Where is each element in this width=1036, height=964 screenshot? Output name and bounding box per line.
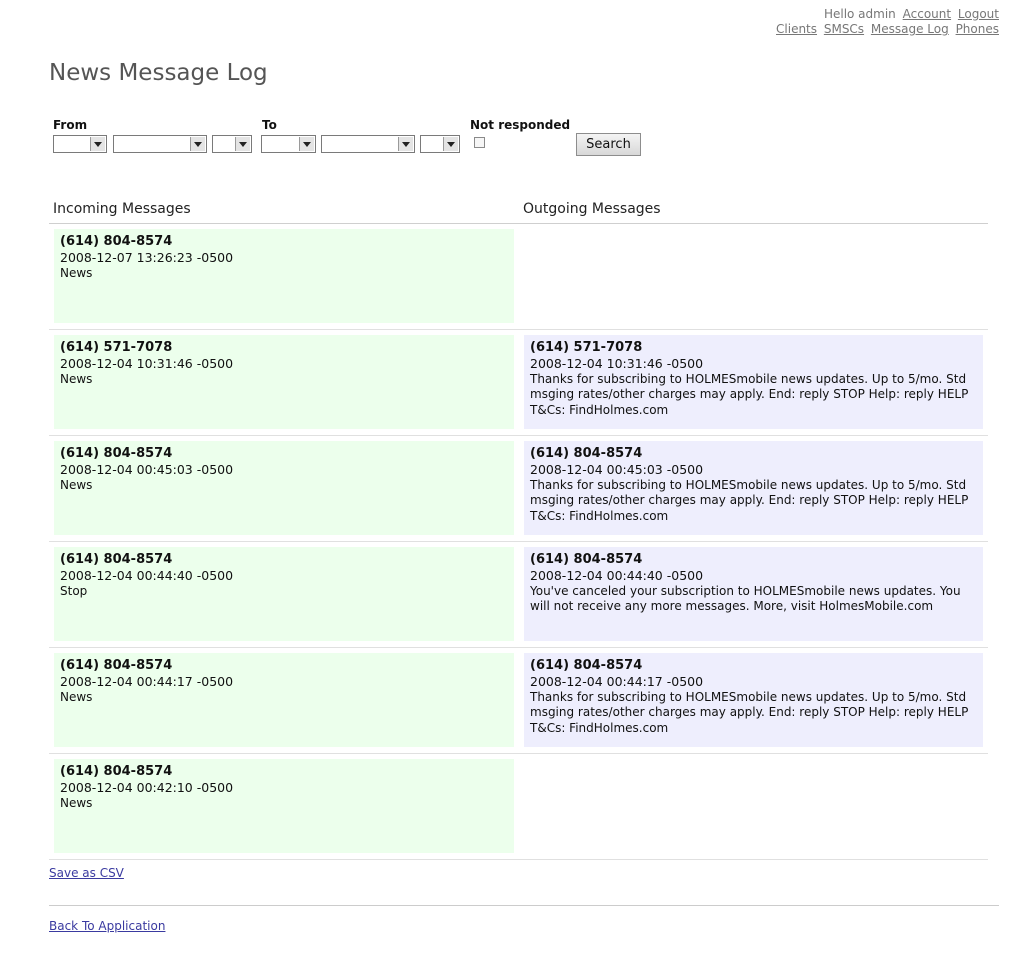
outgoing-message-cell: (614) 804-8574 2008-12-04 00:45:03 -0500 T… <box>524 441 983 535</box>
incoming-message-text: News <box>60 689 93 704</box>
message-log-link[interactable]: Message Log <box>871 22 949 36</box>
phones-link[interactable]: Phones <box>956 22 999 36</box>
to-label: To <box>262 118 277 132</box>
account-link[interactable]: Account <box>903 7 951 21</box>
search-button[interactable]: Search <box>576 133 641 156</box>
back-to-application-link[interactable]: Back To Application <box>49 919 165 933</box>
not-responded-checkbox[interactable] <box>474 137 485 148</box>
outgoing-message-text: Thanks for subscribing to HOLMESmobile n… <box>530 371 969 417</box>
incoming-message-phone: (614) 804-8574 <box>60 552 173 567</box>
chevron-down-icon <box>398 137 413 151</box>
outgoing-message-phone: (614) 571-7078 <box>530 340 643 355</box>
chevron-down-icon <box>90 137 105 151</box>
incoming-message-phone: (614) 804-8574 <box>60 764 173 779</box>
incoming-message-cell: (614) 804-8574 2008-12-04 00:44:40 -0500 S… <box>54 547 514 641</box>
message-table-header: Incoming Messages Outgoing Messages <box>49 200 988 224</box>
top-navigation: Hello admin Account Logout Clients SMSCs… <box>773 7 999 37</box>
incoming-message-text: News <box>60 371 93 386</box>
incoming-message-time: 2008-12-07 13:26:23 -0500 <box>60 250 234 265</box>
from-month-select[interactable] <box>53 135 107 153</box>
message-row: (614) 804-8574 2008-12-07 13:26:23 -0500 N… <box>49 224 988 330</box>
outgoing-message-phone: (614) 804-8574 <box>530 446 643 461</box>
incoming-message-time: 2008-12-04 00:44:40 -0500 <box>60 568 234 583</box>
from-year-select[interactable] <box>212 135 252 153</box>
from-label: From <box>53 118 88 132</box>
incoming-message-time: 2008-12-04 00:42:10 -0500 <box>60 780 234 795</box>
chevron-down-icon <box>190 137 205 151</box>
incoming-message-time: 2008-12-04 10:31:46 -0500 <box>60 356 234 371</box>
incoming-message-phone: (614) 571-7078 <box>60 340 173 355</box>
outgoing-message-cell <box>524 759 983 853</box>
outgoing-message-text: Thanks for subscribing to HOLMESmobile n… <box>530 689 969 735</box>
incoming-message-text: News <box>60 265 93 280</box>
main-menu: Clients SMSCs Message Log Phones <box>773 22 999 37</box>
incoming-message-text: Stop <box>60 583 88 598</box>
outgoing-header: Outgoing Messages <box>523 201 661 217</box>
from-day-select[interactable] <box>113 135 207 153</box>
page-title: News Message Log <box>49 60 268 86</box>
greeting-text: Hello admin <box>823 7 896 21</box>
incoming-message-text: News <box>60 477 93 492</box>
user-bar: Hello admin Account Logout <box>773 7 999 22</box>
save-as-csv-link[interactable]: Save as CSV <box>49 866 124 880</box>
outgoing-message-time: 2008-12-04 00:44:40 -0500 <box>530 568 704 583</box>
message-row: (614) 571-7078 2008-12-04 10:31:46 -0500 N… <box>49 330 988 436</box>
message-table-body: (614) 804-8574 2008-12-07 13:26:23 -0500 N… <box>49 224 988 860</box>
incoming-message-phone: (614) 804-8574 <box>60 658 173 673</box>
incoming-message-cell: (614) 804-8574 2008-12-04 00:42:10 -0500 N… <box>54 759 514 853</box>
chevron-down-icon <box>443 137 458 151</box>
to-year-select[interactable] <box>420 135 460 153</box>
outgoing-message-time: 2008-12-04 00:44:17 -0500 <box>530 674 704 689</box>
footer-divider <box>49 905 999 906</box>
chevron-down-icon <box>299 137 314 151</box>
outgoing-message-text: Thanks for subscribing to HOLMESmobile n… <box>530 477 969 523</box>
incoming-message-cell: (614) 804-8574 2008-12-07 13:26:23 -0500 N… <box>54 229 514 323</box>
outgoing-message-time: 2008-12-04 00:45:03 -0500 <box>530 462 704 477</box>
smscs-link[interactable]: SMSCs <box>824 22 864 36</box>
outgoing-message-time: 2008-12-04 10:31:46 -0500 <box>530 356 704 371</box>
message-row: (614) 804-8574 2008-12-04 00:45:03 -0500 N… <box>49 436 988 542</box>
not-responded-label: Not responded <box>470 118 571 132</box>
outgoing-message-phone: (614) 804-8574 <box>530 552 643 567</box>
outgoing-message-cell: (614) 804-8574 2008-12-04 00:44:40 -0500 Y… <box>524 547 983 641</box>
outgoing-message-cell <box>524 229 983 323</box>
incoming-message-cell: (614) 804-8574 2008-12-04 00:44:17 -0500 N… <box>54 653 514 747</box>
to-month-select[interactable] <box>261 135 316 153</box>
logout-link[interactable]: Logout <box>958 7 999 21</box>
chevron-down-icon <box>235 137 250 151</box>
incoming-message-time: 2008-12-04 00:45:03 -0500 <box>60 462 234 477</box>
message-row: (614) 804-8574 2008-12-04 00:44:40 -0500 S… <box>49 542 988 648</box>
outgoing-message-cell: (614) 571-7078 2008-12-04 10:31:46 -0500 T… <box>524 335 983 429</box>
incoming-message-cell: (614) 571-7078 2008-12-04 10:31:46 -0500 N… <box>54 335 514 429</box>
outgoing-message-cell: (614) 804-8574 2008-12-04 00:44:17 -0500 T… <box>524 653 983 747</box>
incoming-message-phone: (614) 804-8574 <box>60 446 173 461</box>
incoming-message-text: News <box>60 795 93 810</box>
incoming-message-time: 2008-12-04 00:44:17 -0500 <box>60 674 234 689</box>
message-row: (614) 804-8574 2008-12-04 00:44:17 -0500 N… <box>49 648 988 754</box>
clients-link[interactable]: Clients <box>776 22 817 36</box>
outgoing-message-text: You've canceled your subscription to HOL… <box>530 583 961 614</box>
to-day-select[interactable] <box>321 135 415 153</box>
incoming-message-phone: (614) 804-8574 <box>60 234 173 249</box>
incoming-message-cell: (614) 804-8574 2008-12-04 00:45:03 -0500 N… <box>54 441 514 535</box>
outgoing-message-phone: (614) 804-8574 <box>530 658 643 673</box>
message-row: (614) 804-8574 2008-12-04 00:42:10 -0500 N… <box>49 754 988 860</box>
incoming-header: Incoming Messages <box>53 201 191 217</box>
